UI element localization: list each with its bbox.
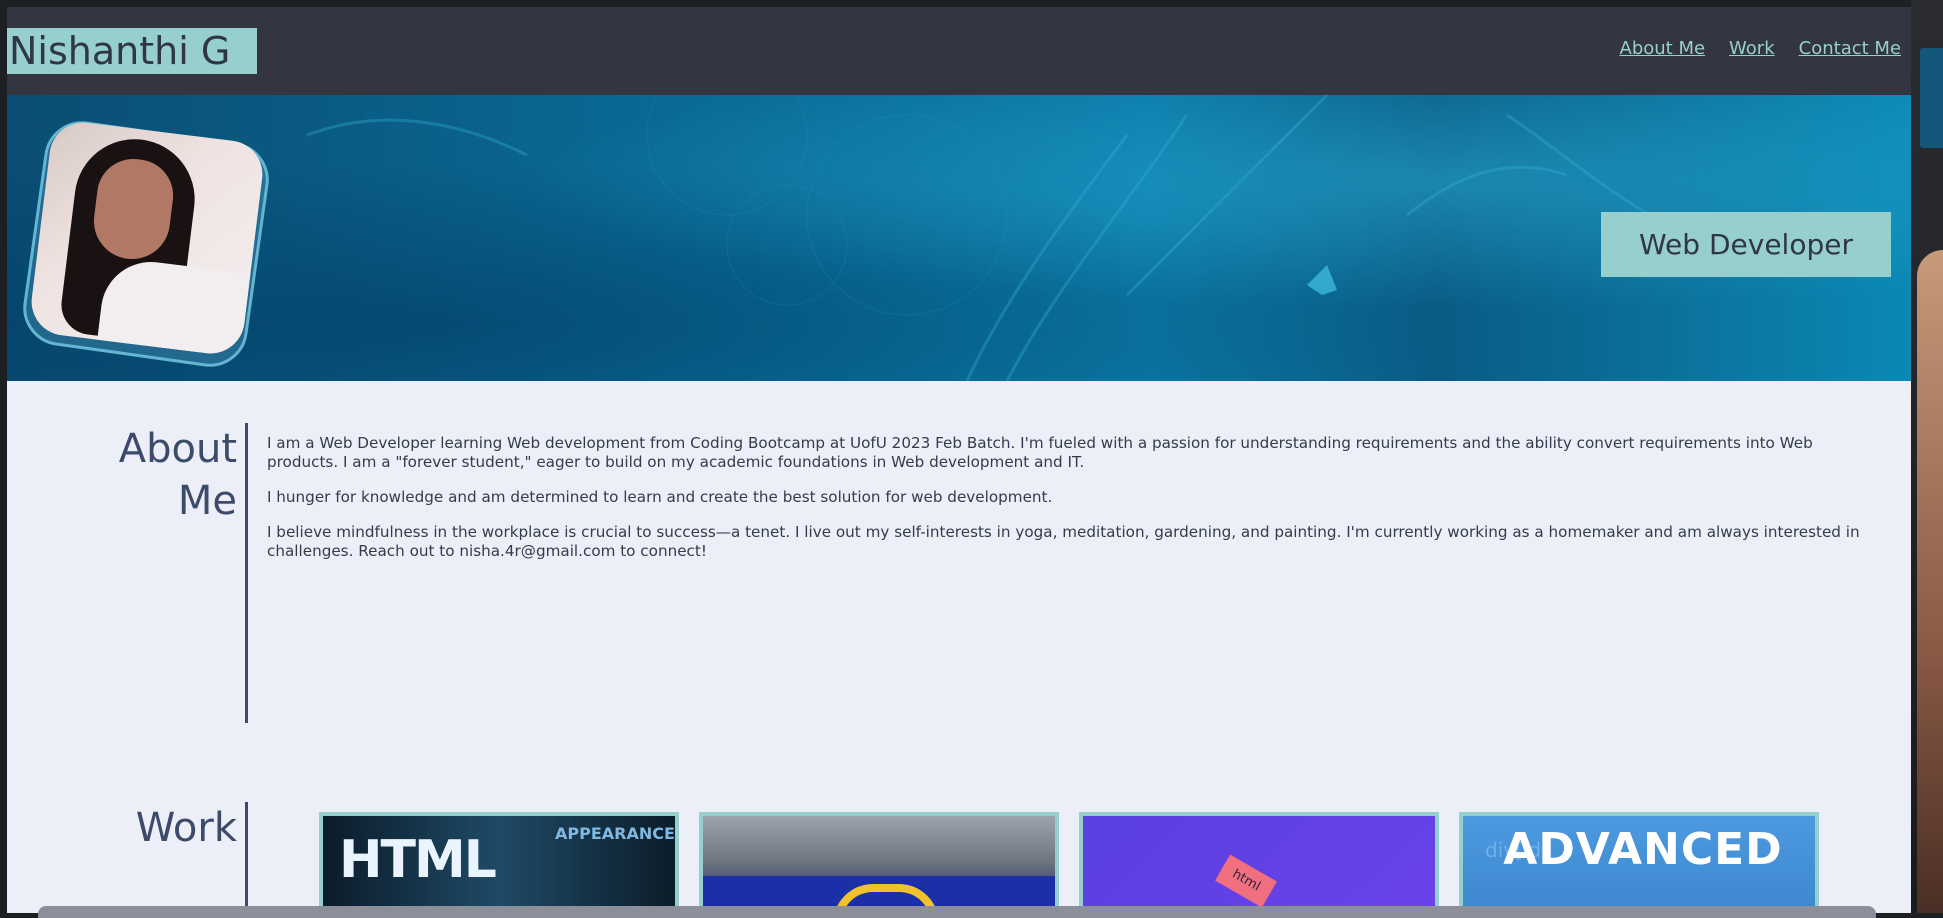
nav-link-contact-me[interactable]: Contact Me [1799,38,1901,59]
about-paragraph: I believe mindfulness in the workplace i… [267,523,1860,560]
main-nav: About Me Work Contact Me [1620,38,1902,59]
nav-link-about-me[interactable]: About Me [1620,38,1706,59]
work-card-html[interactable]: HTML APPEARANCE [319,812,679,913]
work-divider [245,802,248,913]
work-heading: Work [135,805,237,851]
profile-avatar [27,118,267,358]
about-paragraph: I am a Web Developer learning Web develo… [267,434,1813,471]
role-badge: Web Developer [1601,212,1891,277]
nav-link-work[interactable]: Work [1729,38,1775,59]
work-card-html-tag[interactable]: html [1079,812,1439,913]
work-card-advanced-css[interactable]: div[id ADVANCED [1459,812,1819,913]
hero-banner: Web Developer [7,95,1911,381]
about-text: I am a Web Developer learning Web develo… [267,434,1867,577]
site-header: Nishanthi G About Me Work Contact Me [7,7,1911,95]
about-divider [245,423,248,723]
brand-name[interactable]: Nishanthi G [7,28,257,74]
dock-bar [38,906,1876,918]
work-card-css[interactable] [699,812,1059,913]
browser-window: Nishanthi G About Me Work Contact Me Web… [7,7,1911,913]
about-heading: About Me [118,426,237,524]
about-paragraph: I hunger for knowledge and am determined… [267,488,1053,506]
adjacent-window-edge [1911,0,1943,913]
